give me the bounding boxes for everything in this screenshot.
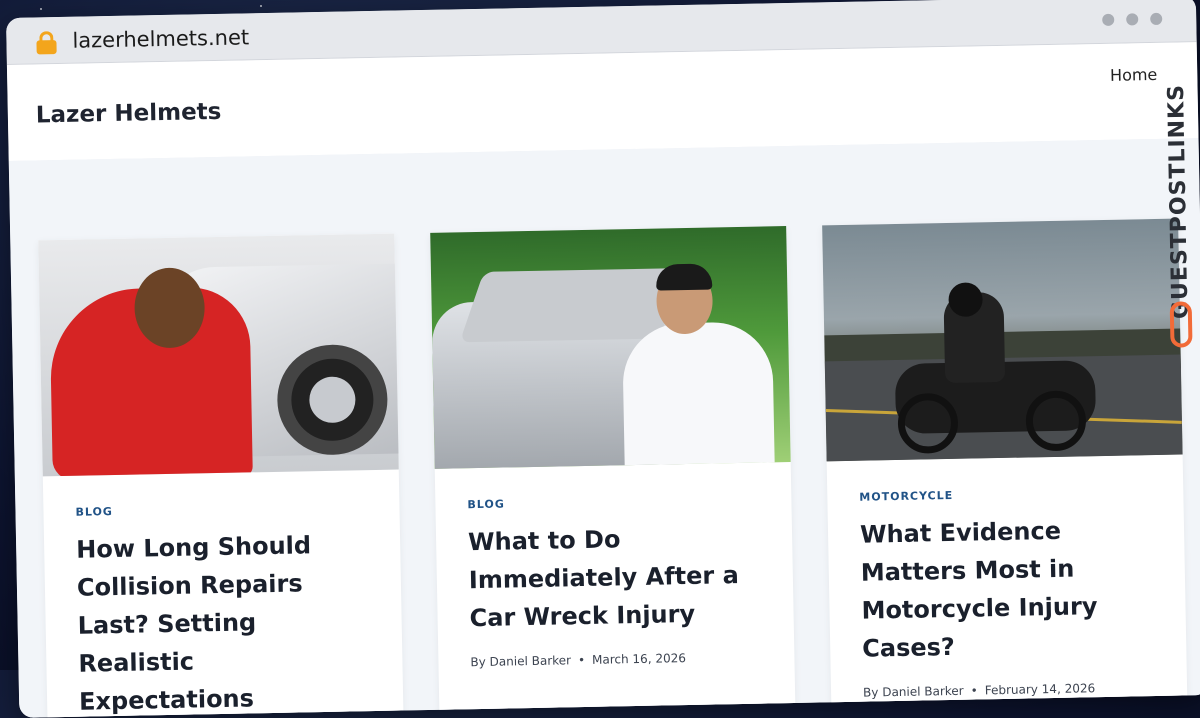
star [260, 5, 262, 7]
post-card[interactable]: MOTORCYCLE What Evidence Matters Most in… [822, 218, 1188, 718]
post-title[interactable]: What Evidence Matters Most in Motorcycle… [860, 510, 1155, 668]
lock-icon [36, 31, 57, 55]
post-card[interactable]: BLOG What to Do Immediately After a Car … [430, 226, 796, 713]
post-author[interactable]: By Daniel Barker [470, 653, 571, 669]
link-logo-icon [1169, 301, 1193, 348]
post-author[interactable]: By Daniel Barker [863, 684, 964, 700]
post-date: March 16, 2026 [591, 651, 687, 667]
post-thumbnail[interactable] [430, 226, 791, 469]
post-category[interactable]: BLOG [467, 493, 759, 512]
post-category[interactable]: BLOG [75, 500, 367, 519]
window-dot-icon[interactable] [1150, 12, 1163, 26]
post-excerpt: ...n dense urban corridors to [864, 708, 1156, 718]
post-grid: BLOG How Long Should Collision Repairs L… [8, 138, 1200, 718]
post-category[interactable]: MOTORCYCLE [859, 485, 1151, 504]
post-thumbnail[interactable] [822, 218, 1183, 462]
post-date: February 14, 2026 [984, 681, 1096, 698]
nav-home-link[interactable]: Home [1110, 65, 1158, 85]
post-title[interactable]: How Long Should Collision Repairs Last? … [76, 525, 372, 718]
post-card[interactable]: BLOG How Long Should Collision Repairs L… [38, 233, 404, 718]
post-meta: By Daniel Barker • February 14, 2026 [862, 681, 1096, 700]
browser-window: lazerhelmets.net Lazer Helmets Home BLOG… [6, 0, 1200, 718]
window-dot-icon[interactable] [1102, 13, 1115, 26]
post-title[interactable]: What to Do Immediately After a Car Wreck… [468, 518, 762, 638]
post-thumbnail[interactable] [38, 233, 399, 477]
star [40, 8, 42, 10]
window-dot-icon[interactable] [1126, 13, 1139, 26]
window-controls [1102, 12, 1163, 26]
post-meta: By Daniel Barker • March 16, 2026 [470, 651, 687, 670]
guestpostlinks-badge: GUESTPOSTLINKS [1161, 51, 1197, 352]
site-title[interactable]: Lazer Helmets [36, 99, 222, 129]
address-bar[interactable]: lazerhelmets.net [72, 25, 249, 52]
badge-text: GUESTPOSTLINKS [1163, 83, 1194, 320]
